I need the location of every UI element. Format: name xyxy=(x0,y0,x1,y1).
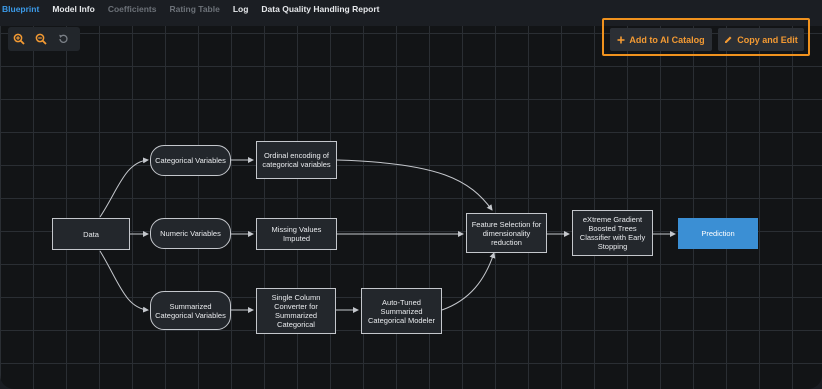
tab-rating-table[interactable]: Rating Table xyxy=(169,4,219,14)
node-auto-tuned-modeler[interactable]: Auto-Tuned Summarized Categorical Modele… xyxy=(361,288,442,334)
zoom-in-icon[interactable] xyxy=(8,28,30,50)
node-data[interactable]: Data xyxy=(52,218,130,250)
blueprint-canvas[interactable] xyxy=(0,26,822,389)
add-to-ai-catalog-label: Add to AI Catalog xyxy=(629,34,705,45)
tab-coefficients[interactable]: Coefficients xyxy=(108,4,157,14)
add-to-ai-catalog-button[interactable]: Add to AI Catalog xyxy=(610,28,712,51)
node-single-column-converter[interactable]: Single Column Converter for Summarized C… xyxy=(256,288,336,334)
node-xgboost-classifier[interactable]: eXtreme Gradient Boosted Trees Classifie… xyxy=(572,210,653,256)
tab-log[interactable]: Log xyxy=(233,4,249,14)
node-summarized-categorical-variables[interactable]: Summarized Categorical Variables xyxy=(150,291,231,330)
tab-bar: Blueprint Model Info Coefficients Rating… xyxy=(0,0,393,18)
blueprint-panel: Blueprint Model Info Coefficients Rating… xyxy=(0,0,822,389)
node-prediction[interactable]: Prediction xyxy=(678,218,758,249)
tab-blueprint[interactable]: Blueprint xyxy=(2,4,39,14)
node-missing-values-imputed[interactable]: Missing Values Imputed xyxy=(256,218,337,250)
copy-and-edit-button[interactable]: Copy and Edit xyxy=(718,28,804,51)
pencil-icon xyxy=(724,35,733,44)
node-categorical-variables[interactable]: Categorical Variables xyxy=(150,145,231,176)
zoom-out-icon[interactable] xyxy=(30,28,52,50)
node-feature-selection[interactable]: Feature Selection for dimensionality red… xyxy=(466,213,547,253)
plus-icon xyxy=(617,36,625,44)
catalog-actions-highlight: Add to AI Catalog Copy and Edit xyxy=(602,18,810,56)
reset-icon[interactable] xyxy=(52,28,74,50)
node-ordinal-encoding[interactable]: Ordinal encoding of categorical variable… xyxy=(256,141,337,179)
tab-data-quality-handling-report[interactable]: Data Quality Handling Report xyxy=(261,4,379,14)
tab-model-info[interactable]: Model Info xyxy=(52,4,95,14)
node-numeric-variables[interactable]: Numeric Variables xyxy=(150,218,231,249)
copy-and-edit-label: Copy and Edit xyxy=(737,34,798,45)
zoom-toolbar xyxy=(8,27,80,51)
